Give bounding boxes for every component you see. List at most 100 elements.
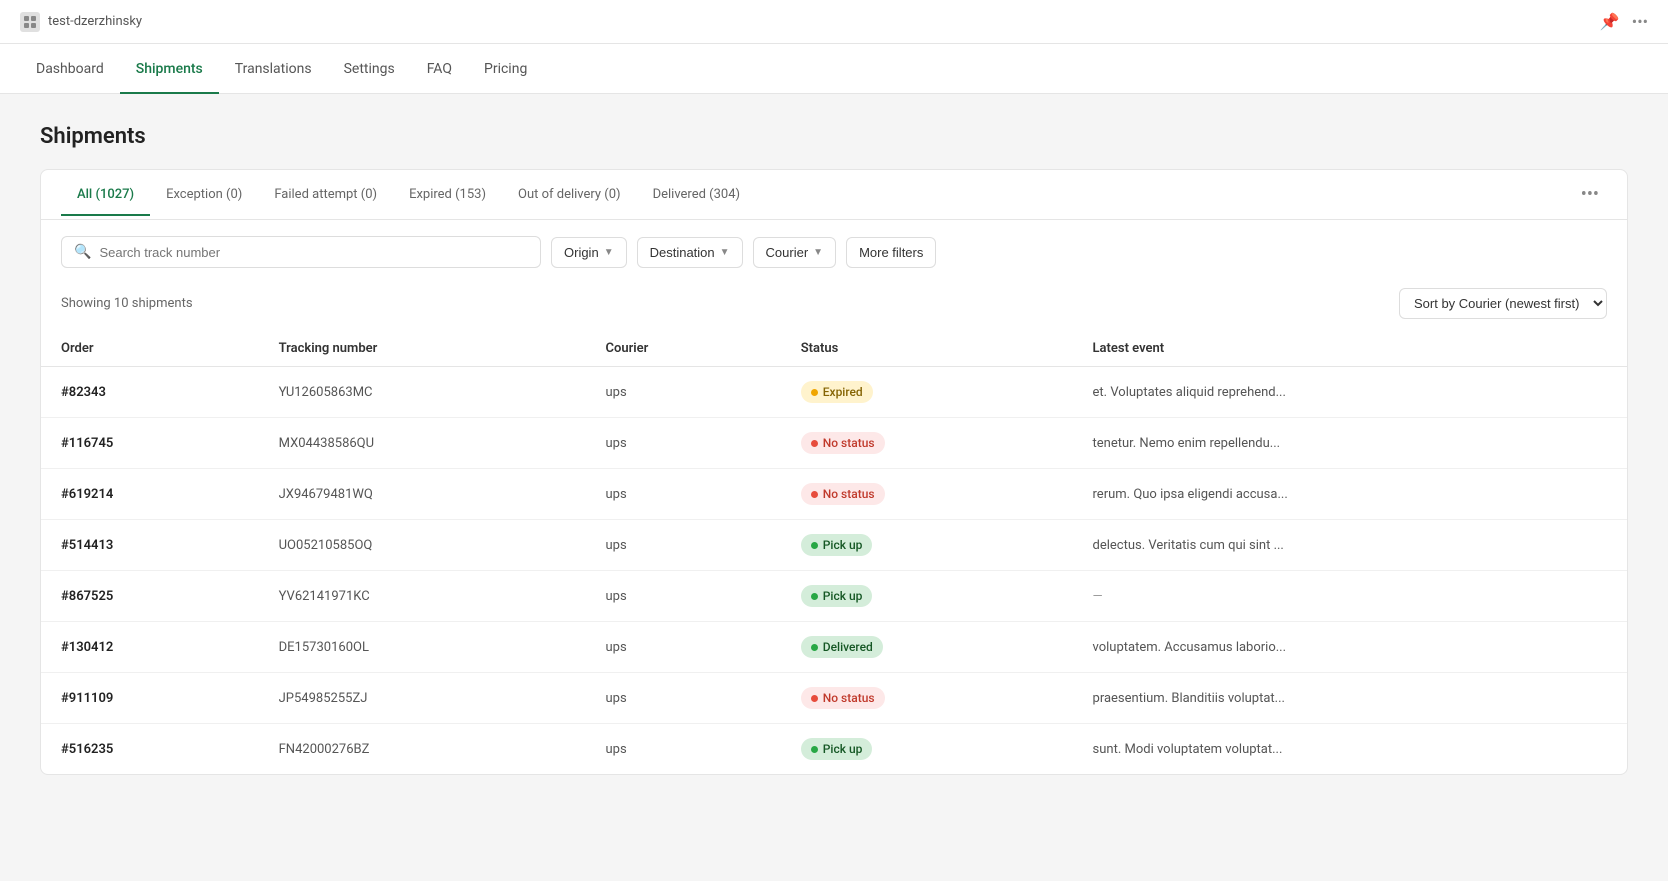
top-bar-right: 📌 ••• [1600, 12, 1648, 31]
tab-out-of-delivery[interactable]: Out of delivery (0) [502, 173, 637, 216]
status-badge: Pick up [801, 738, 873, 760]
status-dot [811, 695, 818, 702]
status-dot [811, 440, 818, 447]
search-box: 🔍 [61, 236, 541, 268]
courier-name: ups [606, 385, 627, 400]
courier-name: ups [606, 487, 627, 502]
order-number: #911109 [61, 691, 113, 706]
table-row[interactable]: #514413 UO05210585OQ ups Pick up delectu… [41, 520, 1627, 571]
status-badge: Pick up [801, 585, 873, 607]
courier-name: ups [606, 640, 627, 655]
status-label: Expired [823, 385, 863, 399]
more-icon[interactable]: ••• [1632, 12, 1648, 31]
order-number: #130412 [61, 640, 113, 655]
courier-filter-button[interactable]: Courier ▼ [753, 237, 837, 268]
nav-item-translations[interactable]: Translations [219, 44, 328, 94]
event-dash: — [1093, 589, 1103, 604]
nav-item-settings[interactable]: Settings [328, 44, 411, 94]
results-bar: Showing 10 shipments Sort by Courier (ne… [41, 284, 1627, 331]
tracking-number: JX94679481WQ [279, 487, 373, 502]
more-filters-button[interactable]: More filters [846, 237, 936, 268]
status-badge: Pick up [801, 534, 873, 556]
col-event: Latest event [1073, 331, 1627, 367]
top-bar: test-dzerzhinsky 📌 ••• [0, 0, 1668, 44]
status-badge: Expired [801, 381, 873, 403]
tab-exception[interactable]: Exception (0) [150, 173, 258, 216]
status-label: No status [823, 691, 875, 705]
tab-delivered[interactable]: Delivered (304) [637, 173, 756, 216]
main-nav: Dashboard Shipments Translations Setting… [0, 44, 1668, 94]
courier-name: ups [606, 742, 627, 757]
table-row[interactable]: #867525 YV62141971KC ups Pick up — [41, 571, 1627, 622]
tabs-bar: All (1027) Exception (0) Failed attempt … [41, 170, 1627, 220]
order-number: #516235 [61, 742, 113, 757]
status-dot [811, 491, 818, 498]
filters-bar: 🔍 Origin ▼ Destination ▼ Courier ▼ More … [41, 220, 1627, 284]
order-number: #82343 [61, 385, 106, 400]
status-label: Delivered [823, 640, 873, 654]
table-row[interactable]: #130412 DE15730160OL ups Delivered volup… [41, 622, 1627, 673]
shipments-table: Order Tracking number Courier Status Lat… [41, 331, 1627, 774]
main-content: Shipments All (1027) Exception (0) Faile… [0, 94, 1668, 805]
courier-name: ups [606, 589, 627, 604]
event-text: voluptatem. Accusamus laborio... [1093, 640, 1287, 655]
table-row[interactable]: #516235 FN42000276BZ ups Pick up sunt. M… [41, 724, 1627, 775]
shipments-card: All (1027) Exception (0) Failed attempt … [40, 169, 1628, 775]
results-count: Showing 10 shipments [61, 296, 193, 311]
table-header: Order Tracking number Courier Status Lat… [41, 331, 1627, 367]
col-order: Order [41, 331, 259, 367]
pin-icon[interactable]: 📌 [1600, 12, 1620, 31]
search-icon: 🔍 [74, 244, 91, 260]
courier-name: ups [606, 436, 627, 451]
courier-name: ups [606, 691, 627, 706]
order-number: #619214 [61, 487, 113, 502]
page-title: Shipments [40, 124, 1628, 149]
top-bar-left: test-dzerzhinsky [20, 12, 142, 32]
destination-filter-button[interactable]: Destination ▼ [637, 237, 743, 268]
tabs-more-button[interactable]: ••• [1573, 170, 1607, 219]
chevron-down-icon: ▼ [604, 247, 614, 258]
event-text: sunt. Modi voluptatem voluptat... [1093, 742, 1283, 757]
order-number: #116745 [61, 436, 113, 451]
table-row[interactable]: #619214 JX94679481WQ ups No status rerum… [41, 469, 1627, 520]
col-courier: Courier [586, 331, 781, 367]
event-text: delectus. Veritatis cum qui sint ... [1093, 538, 1284, 553]
status-label: Pick up [823, 589, 863, 603]
status-dot [811, 542, 818, 549]
status-dot [811, 746, 818, 753]
event-text: praesentium. Blanditiis voluptat... [1093, 691, 1285, 706]
status-label: Pick up [823, 742, 863, 756]
table-row[interactable]: #116745 MX04438586QU ups No status tenet… [41, 418, 1627, 469]
sort-select[interactable]: Sort by Courier (newest first) [1399, 288, 1607, 319]
event-text: et. Voluptates aliquid reprehend... [1093, 385, 1286, 400]
status-badge: No status [801, 432, 885, 454]
tracking-number: MX04438586QU [279, 436, 374, 451]
tab-failed-attempt[interactable]: Failed attempt (0) [258, 173, 393, 216]
table-body: #82343 YU12605863MC ups Expired et. Volu… [41, 367, 1627, 775]
app-logo [20, 12, 40, 32]
nav-item-faq[interactable]: FAQ [411, 44, 468, 94]
table-row[interactable]: #82343 YU12605863MC ups Expired et. Volu… [41, 367, 1627, 418]
status-badge: No status [801, 687, 885, 709]
table-row[interactable]: #911109 JP54985255ZJ ups No status praes… [41, 673, 1627, 724]
col-status: Status [781, 331, 1073, 367]
search-input[interactable] [99, 245, 528, 260]
tracking-number: JP54985255ZJ [279, 691, 368, 706]
nav-item-dashboard[interactable]: Dashboard [20, 44, 120, 94]
courier-name: ups [606, 538, 627, 553]
event-text: tenetur. Nemo enim repellendu... [1093, 436, 1281, 451]
chevron-down-icon: ▼ [813, 247, 823, 258]
tab-all[interactable]: All (1027) [61, 173, 150, 216]
tab-expired[interactable]: Expired (153) [393, 173, 502, 216]
status-label: No status [823, 487, 875, 501]
col-tracking: Tracking number [259, 331, 586, 367]
nav-item-pricing[interactable]: Pricing [468, 44, 543, 94]
status-dot [811, 593, 818, 600]
tracking-number: YV62141971KC [279, 589, 370, 604]
tracking-number: YU12605863MC [279, 385, 373, 400]
tracking-number: FN42000276BZ [279, 742, 370, 757]
app-name: test-dzerzhinsky [48, 14, 142, 29]
nav-item-shipments[interactable]: Shipments [120, 44, 219, 94]
origin-filter-button[interactable]: Origin ▼ [551, 237, 627, 268]
status-label: Pick up [823, 538, 863, 552]
